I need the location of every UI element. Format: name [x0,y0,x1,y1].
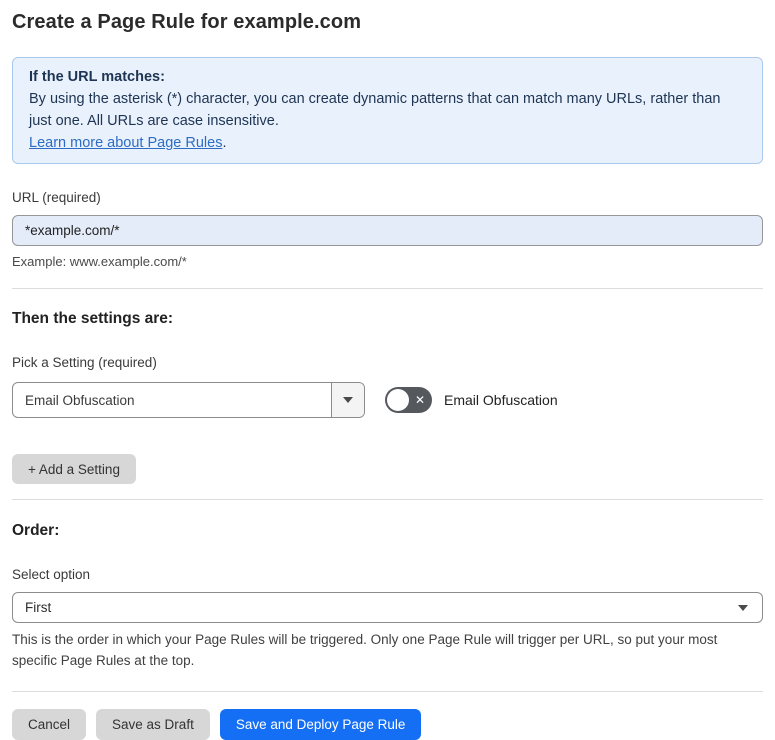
toggle-knob [387,389,409,411]
setting-dropdown-value: Email Obfuscation [25,392,135,408]
settings-section-heading: Then the settings are: [12,310,174,327]
toggle-off-icon: ✕ [414,393,425,407]
info-box-heading: If the URL matches: [29,69,165,85]
order-section-heading: Order: [12,522,60,539]
chevron-down-icon [343,397,353,403]
url-label: URL (required) [12,190,101,205]
save-draft-button[interactable]: Save as Draft [96,709,210,740]
info-box-link-line: Learn more about Page Rules. [29,132,746,154]
info-box-body: By using the asterisk (*) character, you… [29,91,721,129]
order-select[interactable]: First [12,592,763,623]
divider [12,499,763,500]
select-option-label: Select option [12,567,91,582]
learn-more-link[interactable]: Learn more about Page Rules [29,135,222,151]
cancel-button[interactable]: Cancel [12,709,87,740]
save-deploy-button[interactable]: Save and Deploy Page Rule [219,709,422,740]
footer-actions: Cancel Save as Draft Save and Deploy Pag… [12,709,763,740]
setting-dropdown-arrow-button[interactable] [331,383,364,417]
chevron-down-icon [738,604,748,611]
toggle-label: Email Obfuscation [444,392,558,408]
add-setting-button[interactable]: + Add a Setting [12,454,136,484]
email-obfuscation-toggle[interactable]: ✕ [385,387,432,413]
order-select-value: First [25,600,52,615]
setting-row: Email Obfuscation ✕ Email Obfuscation [12,382,763,418]
order-description: This is the order in which your Page Rul… [12,632,718,668]
url-match-info-box: If the URL matches: By using the asteris… [12,57,763,164]
divider [12,288,763,289]
link-suffix: . [222,135,227,151]
url-input[interactable] [12,215,763,246]
setting-dropdown[interactable]: Email Obfuscation [12,382,365,418]
pick-setting-label: Pick a Setting (required) [12,355,157,370]
url-example-text: Example: www.example.com/* [12,254,187,269]
page-title: Create a Page Rule for example.com [12,11,362,33]
divider [12,691,763,692]
